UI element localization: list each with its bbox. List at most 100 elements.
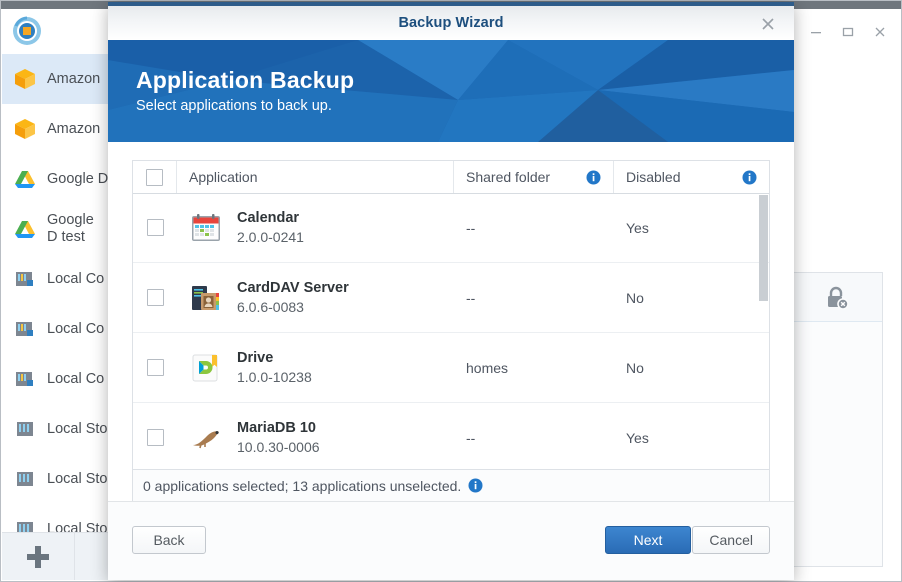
table-body: Calendar 2.0.0-0241 -- Yes CardDAV Serve… [133,193,769,502]
banner-text-block: Application Backup Select applications t… [136,66,354,116]
row-application-name: CardDAV Server [237,279,349,296]
row-application-name: MariaDB 10 [237,419,316,436]
add-backup-task-button[interactable] [2,533,75,580]
row-application-cell: CardDAV Server 6.0.6-0083 [177,279,454,317]
row-checkbox[interactable] [133,289,177,306]
sidebar-item-local-copy-1[interactable]: Local Co [2,254,108,304]
row-application-version: 6.0.6-0083 [237,298,304,315]
local-storage-icon [12,416,38,442]
info-icon[interactable] [468,478,483,493]
applications-table: Application Shared folder Disabled Calen… [132,160,770,502]
row-disabled: Yes [626,429,649,446]
maximize-icon[interactable] [833,19,863,45]
cancel-button[interactable]: Cancel [692,526,770,554]
checkbox-box [146,359,164,376]
row-application-text: MariaDB 10 10.0.30-0006 [237,419,320,457]
window-controls [801,19,895,45]
sidebar-item-amazon-1[interactable]: Amazon [2,54,108,104]
sidebar-footer [2,532,108,580]
dialog-title: Backup Wizard [398,15,504,31]
sidebar-item-local-copy-3[interactable]: Local Co [2,354,108,404]
row-application-version: 2.0.0-0241 [237,228,304,245]
local-folder-copy-icon [12,266,38,292]
dialog-body: Application Shared folder Disabled Calen… [108,142,794,502]
amazon-box-icon [12,66,38,92]
banner-subheading: Select applications to back up. [136,98,332,114]
drive-icon [189,351,223,385]
column-header-disabled-label: Disabled [626,169,681,185]
table-row[interactable]: Drive 1.0.0-10238 homes No [133,333,769,403]
checkbox-box [146,168,163,186]
sidebar-list: Amazon Amazon Google D Google D test Loc… [2,54,108,533]
local-storage-icon [12,466,38,492]
table-header-row: Application Shared folder Disabled [133,161,769,194]
banner-heading: Application Backup [136,67,355,93]
sidebar-item-google-drive-1[interactable]: Google D [2,154,108,204]
sidebar-item-local-storage-1[interactable]: Local Sto [2,404,108,454]
minimize-icon[interactable] [801,19,831,45]
hyper-backup-icon [10,14,44,48]
table-row[interactable]: CardDAV Server 6.0.6-0083 -- No [133,263,769,333]
row-application-version: 10.0.30-0006 [237,438,320,455]
column-header-application-label: Application [189,169,258,185]
mariadb-icon [189,421,223,455]
selection-status-bar: 0 applications selected; 13 applications… [132,469,770,502]
sidebar-item-label: Local Co [47,370,105,387]
row-application-cell: Calendar 2.0.0-0241 [177,209,454,247]
dialog-titlebar[interactable]: Backup Wizard [108,6,794,40]
sidebar-item-local-storage-3[interactable]: Local Sto [2,504,108,533]
google-drive-icon [12,216,38,242]
row-application-text: CardDAV Server 6.0.6-0083 [237,279,349,317]
sidebar-item-label: Local Co [47,270,105,287]
sidebar-item-amazon-2[interactable]: Amazon [2,104,108,154]
sidebar-item-label: Amazon [47,120,101,137]
info-icon[interactable] [742,170,757,185]
amazon-box-icon [12,116,38,142]
sidebar-item-label: Amazon [47,70,101,87]
column-header-shared-folder[interactable]: Shared folder [454,161,614,193]
checkbox-box [146,429,164,446]
local-folder-copy-icon [12,316,38,342]
row-application-cell: MariaDB 10 10.0.30-0006 [177,419,454,457]
row-application-version: 1.0.0-10238 [237,368,312,385]
back-button[interactable]: Back [132,526,206,554]
row-checkbox[interactable] [133,359,177,376]
dialog-banner: Application Backup Select applications t… [108,40,794,142]
calendar-icon [189,211,223,245]
sidebar-item-label: Local Co [47,320,105,337]
row-checkbox[interactable] [133,219,177,236]
sidebar-item-label: Google D [47,170,108,187]
next-button[interactable]: Next [605,526,691,554]
sidebar-item-local-storage-2[interactable]: Local Sto [2,454,108,504]
google-drive-icon [12,166,38,192]
row-disabled: No [626,289,644,306]
close-icon[interactable] [756,12,780,36]
local-folder-copy-icon [12,366,38,392]
local-storage-icon [12,516,38,533]
row-application-text: Calendar 2.0.0-0241 [237,209,304,247]
row-shared-folder: -- [466,289,476,306]
column-header-shared-folder-label: Shared folder [466,169,551,185]
row-disabled: Yes [626,219,649,236]
close-icon[interactable] [865,19,895,45]
table-row[interactable]: Calendar 2.0.0-0241 -- Yes [133,193,769,263]
row-application-cell: Drive 1.0.0-10238 [177,349,454,387]
info-icon[interactable] [586,170,601,185]
select-all-checkbox[interactable] [133,161,177,193]
sidebar: Amazon Amazon Google D Google D test Loc… [2,10,109,580]
dialog-footer: Back Next Cancel [108,501,794,580]
table-scrollbar-thumb[interactable] [759,195,768,301]
sidebar-item-label: Local Sto [47,470,108,487]
column-header-disabled[interactable]: Disabled [614,161,769,193]
table-row[interactable]: MariaDB 10 10.0.30-0006 -- Yes [133,403,769,473]
sidebar-item-local-copy-2[interactable]: Local Co [2,304,108,354]
column-header-application[interactable]: Application [177,161,454,193]
sidebar-item-google-drive-test[interactable]: Google D test [2,204,108,254]
backup-wizard-dialog: Backup Wizard Application Backup Select … [108,2,794,580]
plus-icon [27,545,49,568]
carddav-server-icon [189,281,223,315]
row-shared-folder: homes [466,359,509,376]
row-shared-folder: -- [466,219,476,236]
row-checkbox[interactable] [133,429,177,446]
sidebar-item-label: Google D test [47,212,94,245]
